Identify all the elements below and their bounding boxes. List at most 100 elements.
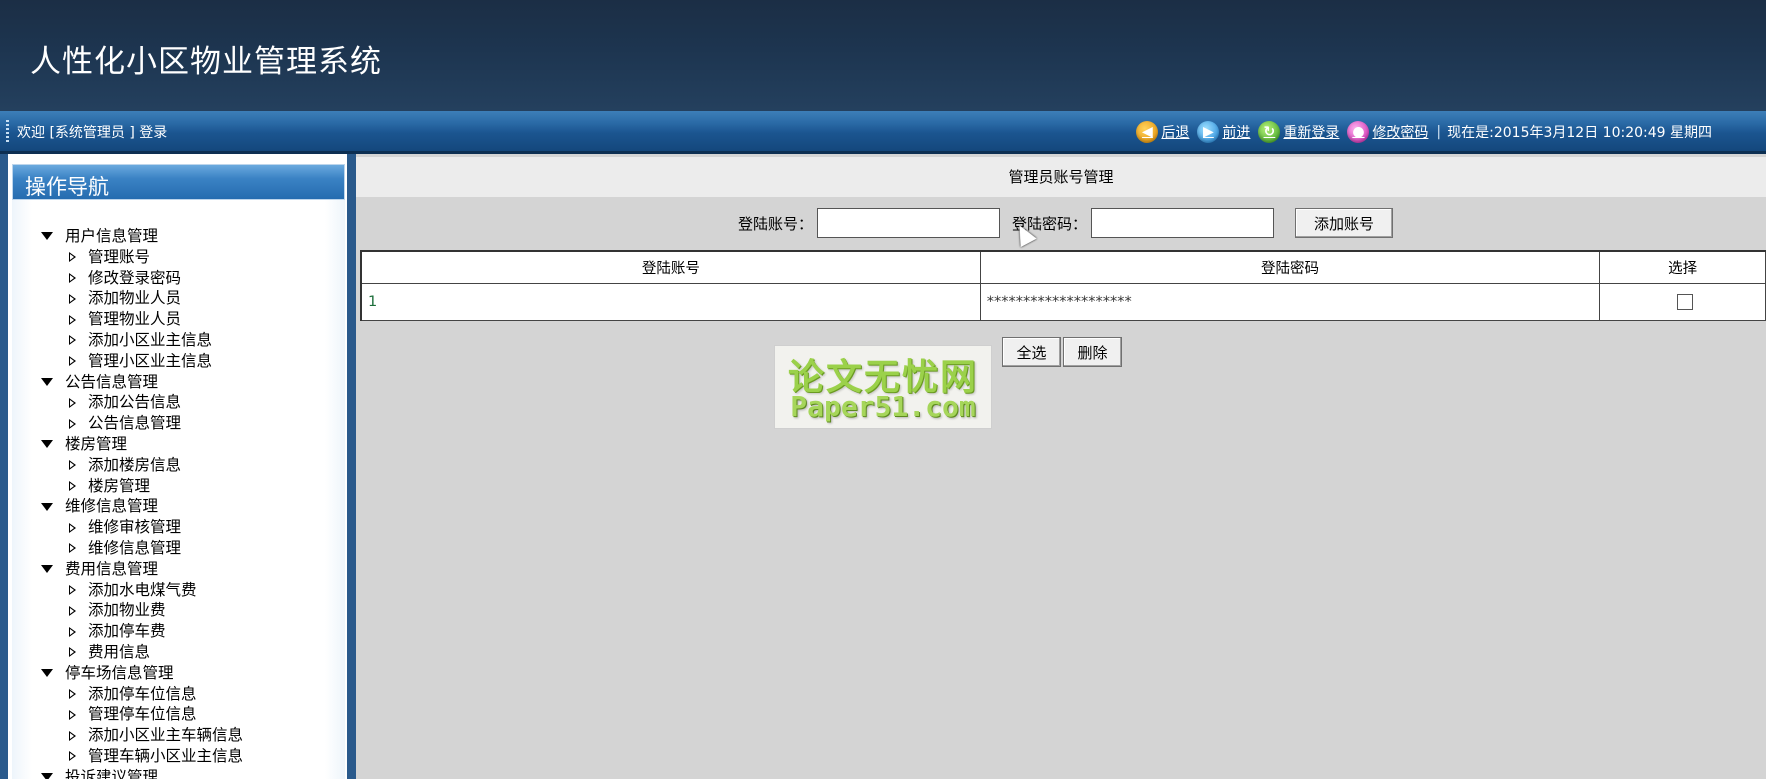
arrow-left-icon: ◀	[1136, 121, 1159, 143]
watermark-logo: 论文无忧网 Paper51.com	[774, 345, 992, 429]
collapsed-arrow-icon	[69, 709, 76, 720]
nav-item-add-staff[interactable]: 添加物业人员	[33, 288, 243, 309]
current-time: 现在是:2015年3月12日 10:20:49 星期四	[1447, 125, 1712, 141]
collapsed-arrow-icon	[69, 335, 76, 346]
collapsed-arrow-icon	[69, 314, 76, 325]
col-header-select: 选择	[1599, 250, 1766, 284]
sidebar-header: 操作导航	[12, 164, 345, 200]
nav-group-announcements: 公告信息管理 添加公告信息 公告信息管理	[33, 372, 243, 434]
expanded-icon	[41, 669, 53, 678]
nav-item-manage-account[interactable]: 管理账号	[33, 247, 243, 268]
expanded-icon	[41, 565, 53, 574]
app-title: 人性化小区物业管理系统	[30, 44, 382, 80]
back-label: 后退	[1161, 125, 1190, 141]
nav-group-title[interactable]: 停车场信息管理	[33, 663, 243, 684]
nav-item-add-parking-space[interactable]: 添加停车位信息	[33, 684, 243, 705]
nav-group-title[interactable]: 维修信息管理	[33, 496, 243, 517]
forward-label: 前进	[1222, 125, 1251, 141]
cell-account: 1	[360, 282, 981, 321]
collapsed-arrow-icon	[69, 751, 76, 762]
password-input[interactable]	[1091, 208, 1274, 238]
nav-group-title[interactable]: 投诉建议管理	[33, 767, 243, 779]
nav-group-title[interactable]: 费用信息管理	[33, 559, 243, 580]
nav-item-add-utility-fee[interactable]: 添加水电煤气费	[33, 580, 243, 601]
relogin-label: 重新登录	[1283, 125, 1340, 141]
page-title: 管理员账号管理	[356, 157, 1766, 197]
delete-button[interactable]: 删除	[1063, 337, 1122, 367]
table-header-row: 登陆账号 登陆密码 选择	[360, 250, 1766, 284]
expanded-icon	[41, 773, 53, 779]
welcome-text: 欢迎 [系统管理员 ] 登录	[17, 125, 168, 141]
nav-group-title[interactable]: 用户信息管理	[33, 226, 243, 247]
nav-item-repair-info[interactable]: 维修信息管理	[33, 538, 243, 559]
collapsed-arrow-icon	[69, 480, 76, 491]
change-password-link[interactable]: ● 修改密码	[1347, 121, 1428, 143]
relogin-link[interactable]: ↻ 重新登录	[1258, 121, 1339, 143]
expanded-icon	[41, 502, 53, 511]
collapsed-arrow-icon	[69, 730, 76, 741]
expanded-icon	[41, 232, 53, 241]
nav-group-complaints: 投诉建议管理	[33, 767, 243, 779]
nav-item-manage-owner-info[interactable]: 管理小区业主信息	[33, 351, 243, 372]
watermark-line2: Paper51.com	[790, 390, 976, 423]
collapsed-arrow-icon	[69, 356, 76, 367]
nav-item-add-owner-vehicle[interactable]: 添加小区业主车辆信息	[33, 725, 243, 746]
collapsed-arrow-icon	[69, 647, 76, 658]
toolbar-separator: |	[1436, 124, 1442, 140]
forward-link[interactable]: ▶ 前进	[1197, 121, 1250, 143]
collapsed-arrow-icon	[69, 522, 76, 533]
nav-item-add-parking-fee[interactable]: 添加停车费	[33, 621, 243, 642]
nav-item-add-property-fee[interactable]: 添加物业费	[33, 600, 243, 621]
nav-item-manage-parking-space[interactable]: 管理停车位信息	[33, 704, 243, 725]
collapsed-arrow-icon	[69, 397, 76, 408]
cell-select	[1599, 282, 1766, 321]
top-toolbar: 欢迎 [系统管理员 ] 登录 ◀ 后退 ▶ 前进 ↻ 重新登录 ● 修改密码 |…	[0, 111, 1766, 154]
collapsed-arrow-icon	[69, 272, 76, 283]
nav-group-parking: 停车场信息管理 添加停车位信息 管理停车位信息 添加小区业主车辆信息 管理车辆小…	[33, 663, 243, 767]
nav-item-manage-announcements[interactable]: 公告信息管理	[33, 413, 243, 434]
nav-item-fee-info[interactable]: 费用信息	[33, 642, 243, 663]
row-select-checkbox[interactable]	[1677, 293, 1694, 310]
account-input[interactable]	[817, 208, 1000, 238]
collapsed-arrow-icon	[69, 605, 76, 616]
nav-item-add-announcement[interactable]: 添加公告信息	[33, 392, 243, 413]
arrow-right-icon: ▶	[1197, 121, 1220, 143]
lock-icon: ●	[1347, 121, 1370, 143]
add-account-form: 登陆账号： 登陆密码： 添加账号	[356, 206, 1766, 238]
collapsed-arrow-icon	[69, 252, 76, 263]
collapsed-arrow-icon	[69, 688, 76, 699]
nav-item-change-login-password[interactable]: 修改登录密码	[33, 268, 243, 289]
nav-item-add-building[interactable]: 添加楼房信息	[33, 455, 243, 476]
cell-password: ********************	[979, 282, 1601, 321]
add-account-button[interactable]: 添加账号	[1295, 208, 1393, 238]
nav-group-fees: 费用信息管理 添加水电煤气费 添加物业费 添加停车费 费用信息	[33, 559, 243, 663]
toolbar-grip-icon	[6, 120, 9, 142]
nav-group-user-info: 用户信息管理 管理账号 修改登录密码 添加物业人员 管理物业人员 添加小区业主信…	[33, 226, 243, 372]
nav-group-buildings: 楼房管理 添加楼房信息 楼房管理	[33, 434, 243, 496]
nav-group-title[interactable]: 公告信息管理	[33, 372, 243, 393]
main-content: 管理员账号管理 登陆账号： 登陆密码： 添加账号 登陆账号 登陆密码 选择 1 …	[356, 154, 1766, 779]
nav-group-repairs: 维修信息管理 维修审核管理 维修信息管理	[33, 496, 243, 558]
account-label: 登陆账号：	[738, 215, 814, 233]
sidebar-title: 操作导航	[25, 175, 109, 199]
col-header-account: 登陆账号	[360, 250, 981, 284]
table-row: 1 ********************	[360, 282, 1766, 321]
nav-item-manage-staff[interactable]: 管理物业人员	[33, 309, 243, 330]
nav-item-add-owner-info[interactable]: 添加小区业主信息	[33, 330, 243, 351]
change-password-label: 修改密码	[1372, 125, 1429, 141]
app-header: 人性化小区物业管理系统	[0, 0, 1766, 111]
back-link[interactable]: ◀ 后退	[1136, 121, 1189, 143]
accounts-table: 登陆账号 登陆密码 选择 1 ********************	[360, 250, 1766, 321]
expanded-icon	[41, 377, 53, 386]
collapsed-arrow-icon	[69, 460, 76, 471]
nav-tree: 用户信息管理 管理账号 修改登录密码 添加物业人员 管理物业人员 添加小区业主信…	[33, 226, 243, 779]
nav-item-manage-buildings[interactable]: 楼房管理	[33, 476, 243, 497]
collapsed-arrow-icon	[69, 543, 76, 554]
nav-item-repair-review[interactable]: 维修审核管理	[33, 517, 243, 538]
nav-item-manage-owner-vehicle[interactable]: 管理车辆小区业主信息	[33, 746, 243, 767]
nav-group-title[interactable]: 楼房管理	[33, 434, 243, 455]
select-all-button[interactable]: 全选	[1002, 337, 1061, 367]
collapsed-arrow-icon	[69, 418, 76, 429]
col-header-password: 登陆密码	[979, 250, 1601, 284]
expanded-icon	[41, 440, 53, 449]
